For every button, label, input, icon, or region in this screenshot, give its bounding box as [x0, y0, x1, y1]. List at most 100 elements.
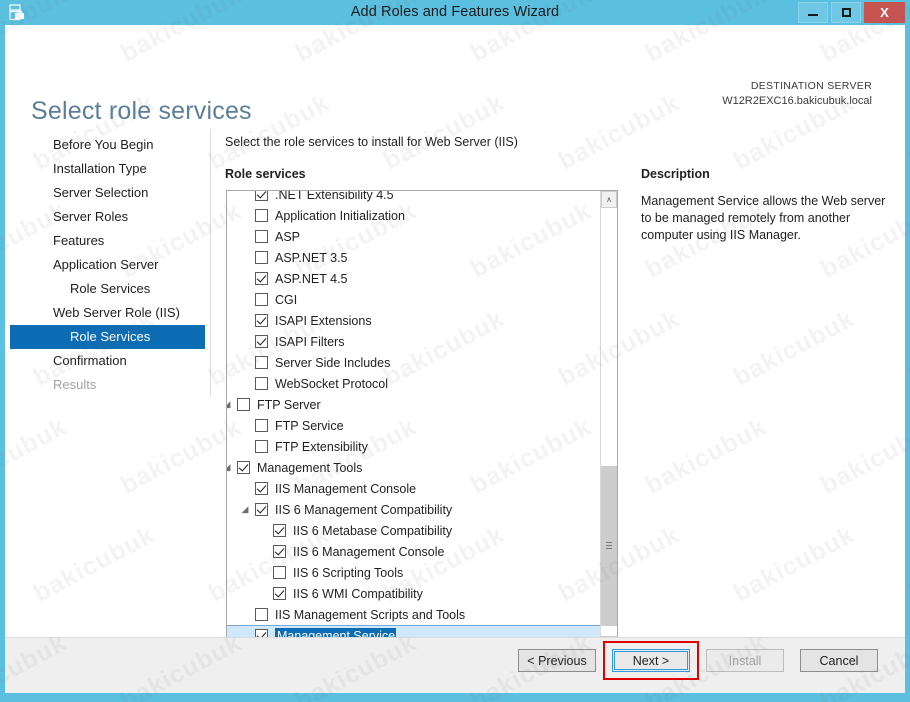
checkbox-unchecked-icon[interactable]: [255, 356, 268, 369]
listbox-scrollbar[interactable]: ∧ ∨: [600, 191, 617, 653]
sidebar-item-server-selection[interactable]: Server Selection: [10, 181, 210, 205]
sidebar-item-role-services[interactable]: Role Services: [10, 325, 205, 349]
destination-server-label: DESTINATION SERVER: [750, 80, 872, 92]
tree-row[interactable]: FTP Service: [227, 415, 600, 436]
checkbox-checked-icon[interactable]: [255, 335, 268, 348]
tree-row-label: ASP: [275, 229, 301, 244]
checkbox-checked-icon[interactable]: [255, 272, 268, 285]
minimize-icon: [808, 14, 818, 16]
tree-row-label: Management Tools: [257, 460, 363, 475]
tree-row-label: IIS Management Scripts and Tools: [275, 607, 466, 622]
checkbox-unchecked-icon[interactable]: [255, 440, 268, 453]
checkbox-unchecked-icon[interactable]: [237, 398, 250, 411]
checkbox-checked-icon[interactable]: [273, 545, 286, 558]
tree-row-label: ASP.NET 3.5: [275, 250, 348, 265]
role-services-tree: .NET Extensibility 4.5 Application Initia…: [227, 190, 600, 646]
sidebar-item-application-server[interactable]: Application Server: [10, 253, 210, 277]
tree-row-label: Server Side Includes: [275, 355, 391, 370]
tree-row[interactable]: ASP: [227, 226, 600, 247]
checkbox-unchecked-icon[interactable]: [255, 209, 268, 222]
tree-row-label: IIS 6 Management Compatibility: [275, 502, 453, 517]
page-title: Select role services: [31, 96, 252, 125]
role-services-listbox[interactable]: .NET Extensibility 4.5 Application Initia…: [226, 190, 618, 654]
tree-row[interactable]: ◢ Management Tools: [227, 457, 600, 478]
next-button[interactable]: Next >: [612, 649, 690, 672]
sidebar-item-web-server-role-iis[interactable]: Web Server Role (IIS): [10, 301, 210, 325]
checkbox-unchecked-icon[interactable]: [255, 608, 268, 621]
tree-row-label: ISAPI Extensions: [275, 313, 372, 328]
role-services-label: Role services: [225, 167, 306, 181]
checkbox-checked-icon[interactable]: [255, 191, 268, 201]
tree-row[interactable]: IIS 6 WMI Compatibility: [227, 583, 600, 604]
tree-row[interactable]: ISAPI Filters: [227, 331, 600, 352]
tree-row[interactable]: IIS Management Scripts and Tools: [227, 604, 600, 625]
cancel-button[interactable]: Cancel: [800, 649, 878, 672]
tree-row-label: WebSocket Protocol: [275, 376, 389, 391]
tree-row[interactable]: IIS 6 Scripting Tools: [227, 562, 600, 583]
tree-row[interactable]: Application Initialization: [227, 205, 600, 226]
expander-icon[interactable]: ◢: [227, 394, 233, 415]
tree-row-label: FTP Extensibility: [275, 439, 368, 454]
tree-row[interactable]: ASP.NET 3.5: [227, 247, 600, 268]
tree-row-label: ASP.NET 4.5: [275, 271, 348, 286]
destination-server: DESTINATION SERVER W12R2EXC16.bakicubuk.…: [722, 79, 872, 109]
tree-row-label: IIS 6 Metabase Compatibility: [293, 523, 453, 538]
tree-row[interactable]: Server Side Includes: [227, 352, 600, 373]
tree-row-label: .NET Extensibility 4.5: [275, 190, 394, 202]
description-body: Management Service allows the Web server…: [641, 194, 886, 242]
window-controls: X: [798, 2, 905, 23]
tree-row[interactable]: IIS 6 Metabase Compatibility: [227, 520, 600, 541]
next-button-wrap: Next >: [603, 641, 699, 680]
sidebar-item-confirmation[interactable]: Confirmation: [10, 349, 210, 373]
footer-bar: < Previous Next > Install Cancel: [5, 637, 905, 693]
checkbox-checked-icon[interactable]: [273, 524, 286, 537]
sidebar-item-features[interactable]: Features: [10, 229, 210, 253]
tree-row[interactable]: ◢ IIS 6 Management Compatibility: [227, 499, 600, 520]
checkbox-unchecked-icon[interactable]: [255, 251, 268, 264]
checkbox-unchecked-icon[interactable]: [255, 230, 268, 243]
tree-row-label: IIS 6 WMI Compatibility: [293, 586, 423, 601]
tree-row[interactable]: FTP Extensibility: [227, 436, 600, 457]
minimize-button[interactable]: [798, 2, 828, 23]
tree-row[interactable]: IIS Management Console: [227, 478, 600, 499]
scroll-up-button[interactable]: ∧: [601, 191, 617, 208]
description-title: Description: [641, 167, 710, 181]
checkbox-checked-icon[interactable]: [255, 314, 268, 327]
checkbox-unchecked-icon[interactable]: [255, 293, 268, 306]
previous-button[interactable]: < Previous: [518, 649, 596, 672]
sidebar-item-role-services[interactable]: Role Services: [10, 277, 210, 301]
tree-row[interactable]: WebSocket Protocol: [227, 373, 600, 394]
expander-icon[interactable]: ◢: [239, 499, 251, 520]
sidebar-item-before-you-begin[interactable]: Before You Begin: [10, 133, 210, 157]
tree-row[interactable]: ASP.NET 4.5: [227, 268, 600, 289]
checkbox-checked-icon[interactable]: [255, 482, 268, 495]
maximize-icon: [841, 8, 851, 17]
tree-row-label: FTP Service: [275, 418, 344, 433]
content-intro-text: Select the role services to install for …: [225, 135, 518, 149]
tree-row-label: ISAPI Filters: [275, 334, 345, 349]
checkbox-checked-icon[interactable]: [273, 587, 286, 600]
checkbox-checked-icon[interactable]: [237, 461, 250, 474]
tree-row[interactable]: ISAPI Extensions: [227, 310, 600, 331]
scrollbar-thumb[interactable]: [601, 466, 617, 626]
tree-row-label: IIS Management Console: [275, 481, 417, 496]
wizard-steps-sidebar: Before You Begin Installation Type Server …: [10, 133, 210, 397]
sidebar-item-installation-type[interactable]: Installation Type: [10, 157, 210, 181]
tree-row[interactable]: CGI: [227, 289, 600, 310]
install-button[interactable]: Install: [706, 649, 784, 672]
sidebar-item-server-roles[interactable]: Server Roles: [10, 205, 210, 229]
tree-row[interactable]: ◢ FTP Server: [227, 394, 600, 415]
tree-row[interactable]: IIS 6 Management Console: [227, 541, 600, 562]
scrollbar-grip-icon: [606, 542, 612, 549]
checkbox-checked-icon[interactable]: [255, 503, 268, 516]
maximize-button[interactable]: [831, 2, 861, 23]
expander-icon[interactable]: ◢: [227, 457, 233, 478]
title-bar: Add Roles and Features Wizard X: [0, 0, 910, 25]
tree-row-label: CGI: [275, 292, 298, 307]
close-button[interactable]: X: [864, 2, 905, 23]
checkbox-unchecked-icon[interactable]: [255, 419, 268, 432]
checkbox-unchecked-icon[interactable]: [273, 566, 286, 579]
checkbox-unchecked-icon[interactable]: [255, 377, 268, 390]
tree-row[interactable]: .NET Extensibility 4.5: [227, 190, 600, 205]
window-title: Add Roles and Features Wizard: [350, 4, 560, 20]
